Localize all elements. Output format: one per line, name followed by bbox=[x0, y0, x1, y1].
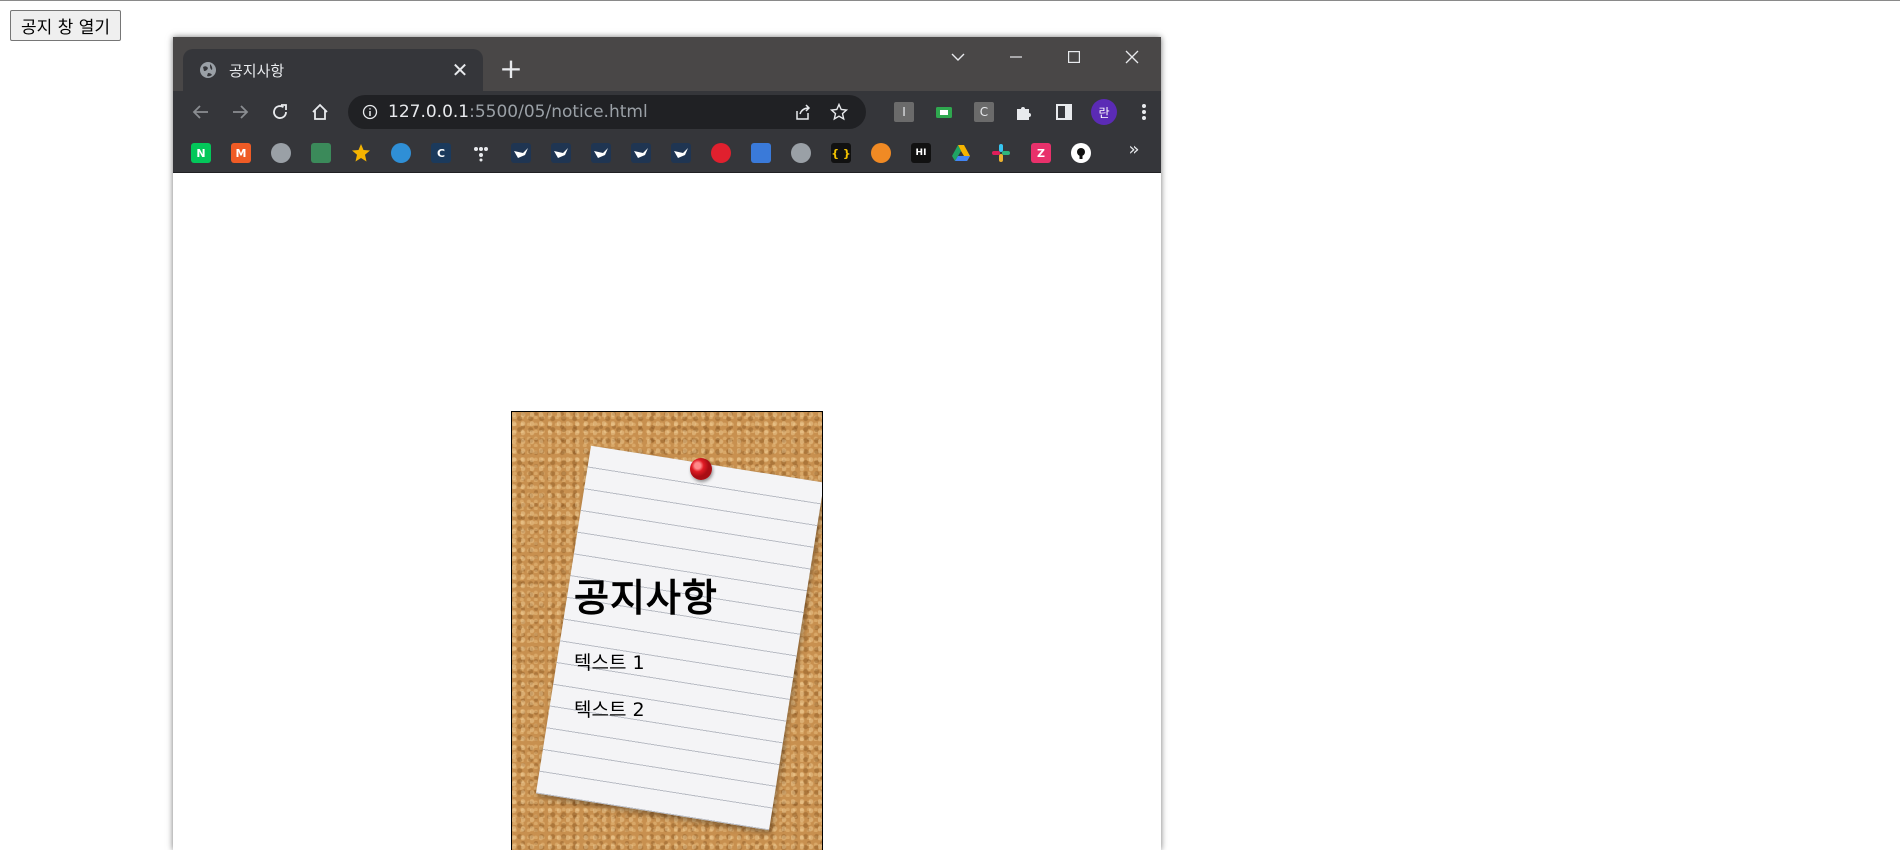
open-notice-window-button[interactable]: 공지 창 열기 bbox=[10, 10, 122, 41]
bookmark-bird-1-icon[interactable] bbox=[511, 143, 531, 163]
maximize-button[interactable] bbox=[1045, 37, 1103, 77]
bookmark-globe-icon[interactable] bbox=[271, 143, 291, 163]
url-text[interactable]: 127.0.0.1:5500/05/notice.html bbox=[388, 102, 782, 122]
url-path: :5500/05/notice.html bbox=[469, 102, 648, 122]
new-tab-button[interactable]: + bbox=[493, 51, 529, 87]
bookmarks-overflow-button[interactable]: » bbox=[1121, 139, 1147, 160]
profile-button[interactable]: 란 bbox=[1091, 99, 1117, 125]
bookmark-shoe-icon[interactable] bbox=[751, 143, 771, 163]
bookmark-github-icon[interactable] bbox=[1071, 143, 1091, 163]
avatar: 란 bbox=[1091, 99, 1117, 125]
puzzle-icon bbox=[1017, 107, 1031, 120]
bookmark-dots-icon[interactable] bbox=[471, 143, 491, 163]
arrow-left-icon bbox=[192, 105, 208, 119]
bookmarks-bar: N M C { } HI Z » bbox=[173, 133, 1161, 173]
bookmark-photo-icon[interactable] bbox=[311, 143, 331, 163]
bookmark-bird-2-icon[interactable] bbox=[551, 143, 571, 163]
more-vertical-icon bbox=[1142, 104, 1146, 120]
bookmark-bird-4-icon[interactable] bbox=[631, 143, 651, 163]
minimize-button[interactable] bbox=[987, 37, 1045, 77]
extension-c-icon: C bbox=[974, 102, 994, 122]
arrow-right-icon bbox=[233, 105, 249, 119]
browser-window: 공지사항 ✕ + 127.0.0.1:5500/05/notice.html I… bbox=[173, 37, 1161, 850]
close-window-button[interactable] bbox=[1103, 37, 1161, 77]
home-button[interactable] bbox=[304, 96, 336, 128]
bookmark-bird-5-icon[interactable] bbox=[671, 143, 691, 163]
minimize-icon bbox=[1010, 56, 1022, 58]
notice-text-1: 텍스트 1 bbox=[574, 652, 645, 674]
screen-capture-icon bbox=[936, 107, 952, 118]
home-icon bbox=[312, 103, 328, 120]
notice-title: 공지사항 bbox=[574, 576, 718, 620]
navigation-toolbar: 127.0.0.1:5500/05/notice.html I C 란 bbox=[173, 91, 1161, 133]
extension-green-button[interactable] bbox=[931, 99, 957, 125]
extension-c-button[interactable]: C bbox=[971, 99, 997, 125]
extensions-button[interactable] bbox=[1011, 99, 1037, 125]
bookmark-ball-icon[interactable] bbox=[711, 143, 731, 163]
pushpin-icon bbox=[690, 458, 712, 480]
title-bar: 공지사항 ✕ + bbox=[173, 37, 1161, 91]
share-icon bbox=[796, 104, 811, 120]
bookmark-braces-icon[interactable]: { } bbox=[831, 143, 851, 163]
share-button[interactable] bbox=[788, 97, 818, 127]
extension-i-icon: I bbox=[894, 102, 914, 122]
reload-icon bbox=[273, 104, 287, 119]
maximize-icon bbox=[1068, 51, 1080, 63]
bookmark-bird-3-icon[interactable] bbox=[591, 143, 611, 163]
tab-search-button[interactable] bbox=[929, 37, 987, 77]
info-icon[interactable] bbox=[362, 104, 378, 120]
bookmark-az-icon[interactable]: Z bbox=[1031, 143, 1051, 163]
bookmark-globe-2-icon[interactable] bbox=[791, 143, 811, 163]
star-icon bbox=[830, 103, 848, 121]
top-divider bbox=[0, 0, 1900, 1]
side-panel-button[interactable] bbox=[1051, 99, 1077, 125]
tab-title: 공지사항 bbox=[229, 61, 285, 80]
back-button[interactable] bbox=[185, 96, 217, 128]
globe-icon bbox=[200, 62, 216, 78]
tab-notice[interactable]: 공지사항 ✕ bbox=[183, 49, 483, 91]
window-controls bbox=[929, 37, 1161, 77]
browser-menu-button[interactable] bbox=[1131, 99, 1157, 125]
notice-content: 공지사항 텍스트 1 텍스트 2 bbox=[574, 567, 814, 742]
address-bar[interactable]: 127.0.0.1:5500/05/notice.html bbox=[348, 95, 866, 129]
tab-close-icon[interactable]: ✕ bbox=[449, 60, 471, 80]
page-viewport: 공지사항 텍스트 1 텍스트 2 bbox=[173, 174, 1161, 850]
url-host: 127.0.0.1 bbox=[388, 102, 470, 122]
bookmark-drive-icon[interactable] bbox=[951, 143, 971, 163]
bookmark-naver-icon[interactable]: N bbox=[191, 143, 211, 163]
bookmark-m-icon[interactable]: M bbox=[231, 143, 251, 163]
forward-button[interactable] bbox=[224, 96, 256, 128]
notice-text-2: 텍스트 2 bbox=[574, 699, 645, 721]
close-icon bbox=[1125, 50, 1139, 64]
bookmark-star-button[interactable] bbox=[824, 97, 854, 127]
side-panel-icon bbox=[1056, 104, 1072, 120]
bookmark-c-icon[interactable]: C bbox=[431, 143, 451, 163]
extension-i-button[interactable]: I bbox=[891, 99, 917, 125]
bookmark-hi-icon[interactable]: HI bbox=[911, 143, 931, 163]
bookmark-slack-icon[interactable] bbox=[991, 143, 1011, 163]
bookmark-edge-icon[interactable] bbox=[391, 143, 411, 163]
chevron-down-icon bbox=[951, 53, 965, 61]
notice-board: 공지사항 텍스트 1 텍스트 2 bbox=[511, 411, 823, 850]
bookmark-star-icon[interactable] bbox=[351, 143, 371, 163]
bookmark-fire-icon[interactable] bbox=[871, 143, 891, 163]
reload-button[interactable] bbox=[264, 96, 296, 128]
